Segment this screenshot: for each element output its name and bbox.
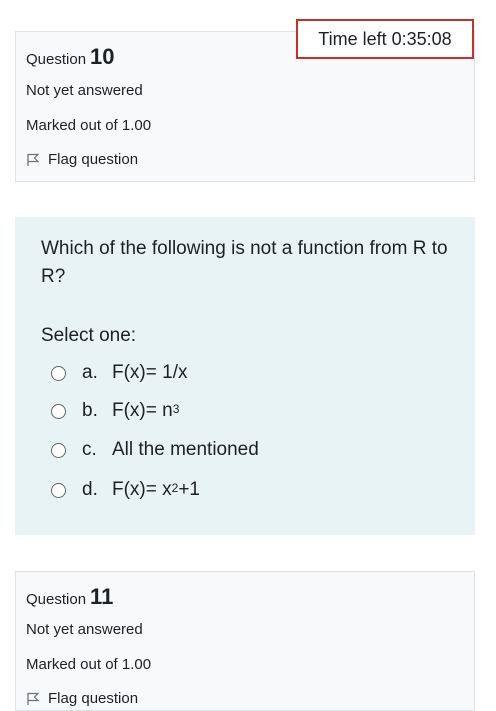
question-marks: Marked out of 1.00 [26,656,152,673]
option-c[interactable]: c. All the mentioned [51,439,259,461]
option-a[interactable]: a. F(x)= 1/x [51,362,187,384]
question-status: Not yet answered [26,82,143,99]
time-left-timer: Time left 0:35:08 [296,19,474,59]
option-text: All the mentioned [112,439,259,460]
flag-icon [27,692,40,705]
question-heading: Question 10 [26,44,115,70]
flag-question-label: Flag question [48,690,139,707]
option-suffix: +1 [178,479,200,500]
radio-button[interactable] [51,403,66,419]
question-heading: Question 11 [26,584,113,610]
flag-question-link[interactable]: Flag question [26,690,138,707]
option-superscript: 2 [171,481,179,495]
question-number: 10 [90,44,115,69]
option-letter: c. [82,439,97,460]
radio-button[interactable] [51,482,66,498]
question-marks: Marked out of 1.00 [26,117,152,134]
flag-question-link[interactable]: Flag question [26,151,138,168]
option-letter: d. [82,479,98,500]
option-b[interactable]: b. F(x)= n3 [51,400,179,422]
option-text: F(x)= n [112,400,173,421]
radio-button[interactable] [51,365,66,381]
question-number: 11 [90,584,114,609]
option-d[interactable]: d. F(x)= x 2 +1 [51,479,200,501]
question-content: Which of the following is not a function… [15,217,475,535]
option-letter: a. [82,362,98,383]
question-info-11: Question 11 Not yet answered Marked out o… [15,571,475,711]
select-prompt: Select one: [41,325,137,346]
question-word: Question [26,51,87,68]
flag-question-label: Flag question [48,151,139,168]
question-word: Question [26,591,87,608]
flag-icon [27,153,40,166]
option-text: F(x)= 1/x [112,362,188,383]
question-status: Not yet answered [26,621,143,638]
question-text: Which of the following is not a function… [41,238,448,287]
option-letter: b. [82,400,98,421]
radio-button[interactable] [51,442,66,458]
option-text: F(x)= x [112,479,172,500]
option-superscript: 3 [172,402,180,416]
